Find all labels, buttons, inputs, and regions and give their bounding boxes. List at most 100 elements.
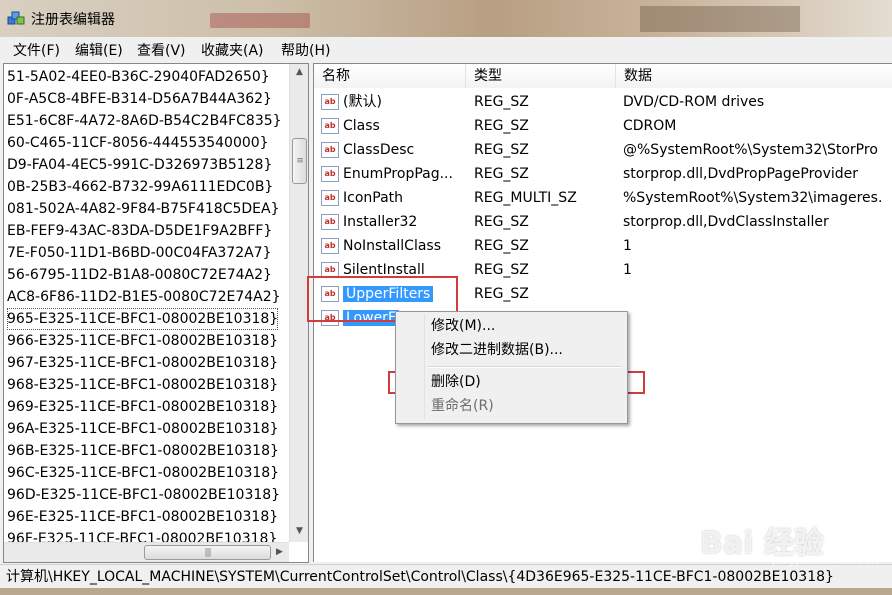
tree-key-item[interactable]: 56-6795-11D2-B1A8-0080C72E74A2} [7, 264, 272, 286]
column-header-name[interactable]: 名称 [314, 64, 466, 88]
value-type: REG_SZ [474, 166, 529, 182]
value-row[interactable]: ab (默认) REG_SZ DVD/CD-ROM drives [314, 90, 892, 114]
tree-key-item[interactable]: 96B-E325-11CE-BFC1-08002BE10318} [7, 440, 279, 462]
string-value-icon: ab [321, 142, 339, 158]
value-type: REG_SZ [474, 262, 529, 278]
string-value-icon: ab [321, 94, 339, 110]
value-data: DVD/CD-ROM drives [623, 94, 765, 110]
value-name: Class [343, 118, 380, 134]
context-item-delete[interactable]: 删除(D) [396, 370, 625, 394]
value-name-cell: LowerF [343, 306, 399, 330]
tree-key-item[interactable]: 96A-E325-11CE-BFC1-08002BE10318} [7, 418, 279, 440]
value-name-cell: (默认) [343, 90, 382, 114]
string-value-icon: ab [321, 214, 339, 230]
tree-key-item[interactable]: AC8-6F86-11D2-B1E5-0080C72E74A2} [7, 286, 281, 308]
tree-key-item[interactable]: 60-C465-11CF-8056-444553540000} [7, 132, 269, 154]
value-name: SilentInstall [343, 262, 425, 278]
scroll-thumb[interactable]: ||| [144, 545, 271, 560]
value-row[interactable]: ab Installer32 REG_SZ storprop.dll,DvdClass… [314, 210, 892, 234]
tree-key-item[interactable]: 7E-F050-11D1-B6BD-00C04FA372A7} [7, 242, 272, 264]
value-name-cell: ClassDesc [343, 138, 414, 162]
string-value-icon: ab [321, 166, 339, 182]
value-row[interactable]: ab NoInstallClass REG_SZ 1 [314, 234, 892, 258]
tree-key-item[interactable]: 968-E325-11CE-BFC1-08002BE10318} [7, 374, 278, 396]
menu-bar: 文件(F) 编辑(E) 查看(V) 收藏夹(A) 帮助(H) [0, 37, 892, 62]
menu-file[interactable]: 文件(F) [13, 40, 60, 60]
tree-key-item[interactable]: 967-E325-11CE-BFC1-08002BE10318} [7, 352, 278, 374]
tree-key-item[interactable]: 966-E325-11CE-BFC1-08002BE10318} [7, 330, 278, 352]
value-name-cell: Installer32 [343, 210, 417, 234]
value-name: (默认) [343, 94, 382, 110]
scroll-right-arrow-icon[interactable]: ▶ [271, 544, 288, 561]
status-bar: 计算机\HKEY_LOCAL_MACHINE\SYSTEM\CurrentCon… [0, 564, 892, 589]
menu-separator [428, 366, 621, 368]
string-value-icon: ab [321, 190, 339, 206]
background-ghost [640, 6, 800, 32]
value-type: REG_SZ [474, 238, 529, 254]
value-row[interactable]: ab UpperFilters REG_SZ [314, 282, 892, 306]
scroll-up-arrow-icon[interactable]: ▲ [290, 64, 308, 81]
tree-key-item[interactable]: 969-E325-11CE-BFC1-08002BE10318} [7, 396, 278, 418]
tree-key-item[interactable]: 081-502A-4A82-9F84-B75F418C5DEA} [7, 198, 279, 220]
value-name-cell: NoInstallClass [343, 234, 441, 258]
context-item-modify[interactable]: 修改(M)... [396, 314, 625, 338]
context-item-rename[interactable]: 重命名(R) [396, 394, 625, 418]
value-type: REG_MULTI_SZ [474, 190, 577, 206]
value-name: UpperFilters [343, 286, 434, 302]
string-value-icon: ab [321, 238, 339, 254]
value-name-cell: Class [343, 114, 380, 138]
tree-key-item[interactable]: D9-FA04-4EC5-991C-D326973B5128} [7, 154, 272, 176]
tree-key-item[interactable]: 96E-E325-11CE-BFC1-08002BE10318} [7, 506, 278, 528]
value-row[interactable]: ab ClassDesc REG_SZ @%SystemRoot%\System32\… [314, 138, 892, 162]
value-row[interactable]: ab EnumPropPag... REG_SZ storprop.dll,DvdPr… [314, 162, 892, 186]
value-data: 1 [623, 262, 632, 278]
status-path: 计算机\HKEY_LOCAL_MACHINE\SYSTEM\CurrentCon… [6, 569, 834, 585]
value-type: REG_SZ [474, 286, 529, 302]
value-data: @%SystemRoot%\System32\StorPro [623, 142, 878, 158]
menu-favorites[interactable]: 收藏夹(A) [201, 40, 264, 60]
column-header-type[interactable]: 类型 [466, 64, 616, 88]
value-name: NoInstallClass [343, 238, 442, 254]
value-name: Installer32 [343, 214, 418, 230]
scroll-thumb[interactable]: ≡ [292, 138, 307, 184]
value-type: REG_SZ [474, 142, 529, 158]
string-value-icon: ab [321, 118, 339, 134]
value-data: storprop.dll,DvdClassInstaller [623, 214, 829, 230]
value-type: REG_SZ [474, 214, 529, 230]
tree-key-item[interactable]: 965-E325-11CE-BFC1-08002BE10318} [7, 308, 279, 330]
tree-vertical-scrollbar[interactable]: ▲ ≡ ▼ [289, 64, 308, 542]
value-name-cell: EnumPropPag... [343, 162, 453, 186]
value-row[interactable]: ab Class REG_SZ CDROM [314, 114, 892, 138]
value-type: REG_SZ [474, 94, 529, 110]
column-header-data[interactable]: 数据 [616, 64, 892, 88]
tree-key-item[interactable]: 96D-E325-11CE-BFC1-08002BE10318} [7, 484, 280, 506]
context-item-modify-binary[interactable]: 修改二进制数据(B)... [396, 338, 625, 362]
value-name-cell: UpperFilters [343, 282, 434, 306]
value-row[interactable]: ab SilentInstall REG_SZ 1 [314, 258, 892, 282]
value-data: CDROM [623, 118, 677, 134]
tree-key-item[interactable]: 0F-A5C8-4BFE-B314-D56A7B44A362} [7, 88, 272, 110]
tree-key-item[interactable]: EB-FEF9-43AC-83DA-D5DE1F9A2BFF} [7, 220, 272, 242]
regedit-app-icon [7, 11, 25, 25]
scroll-down-arrow-icon[interactable]: ▼ [290, 523, 308, 540]
value-row[interactable]: ab IconPath REG_MULTI_SZ %SystemRoot%\Syste… [314, 186, 892, 210]
tree-horizontal-scrollbar[interactable]: ||| ▶ [4, 542, 289, 562]
grip-icon: ≡ [296, 156, 304, 166]
tree-key-item[interactable]: 0B-25B3-4662-B732-99A6111EDC0B} [7, 176, 273, 198]
value-data: storprop.dll,DvdPropPageProvider [623, 166, 859, 182]
regedit-window: 注册表编辑器 文件(F) 编辑(E) 查看(V) 收藏夹(A) 帮助(H) 51… [0, 0, 892, 595]
value-type: REG_SZ [474, 118, 529, 134]
tree-key-item[interactable]: E51-6C8F-4A72-8A6D-B54C2B4FC835} [7, 110, 282, 132]
menu-view[interactable]: 查看(V) [137, 40, 186, 60]
watermark-url: jingyan.baidu.com [772, 553, 883, 567]
value-name-cell: IconPath [343, 186, 403, 210]
tree-key-item[interactable]: 96C-E325-11CE-BFC1-08002BE10318} [7, 462, 279, 484]
menu-edit[interactable]: 编辑(E) [75, 40, 123, 60]
string-value-icon: ab [321, 286, 339, 302]
value-name-cell: SilentInstall [343, 258, 425, 282]
key-tree-pane[interactable]: 51-5A02-4EE0-B36C-29040FAD2650} 0F-A5C8-4… [3, 63, 309, 563]
grip-icon: ||| [204, 548, 211, 558]
title-bar[interactable]: 注册表编辑器 [0, 0, 892, 37]
menu-help[interactable]: 帮助(H) [281, 40, 330, 60]
tree-key-item[interactable]: 51-5A02-4EE0-B36C-29040FAD2650} [7, 66, 270, 88]
